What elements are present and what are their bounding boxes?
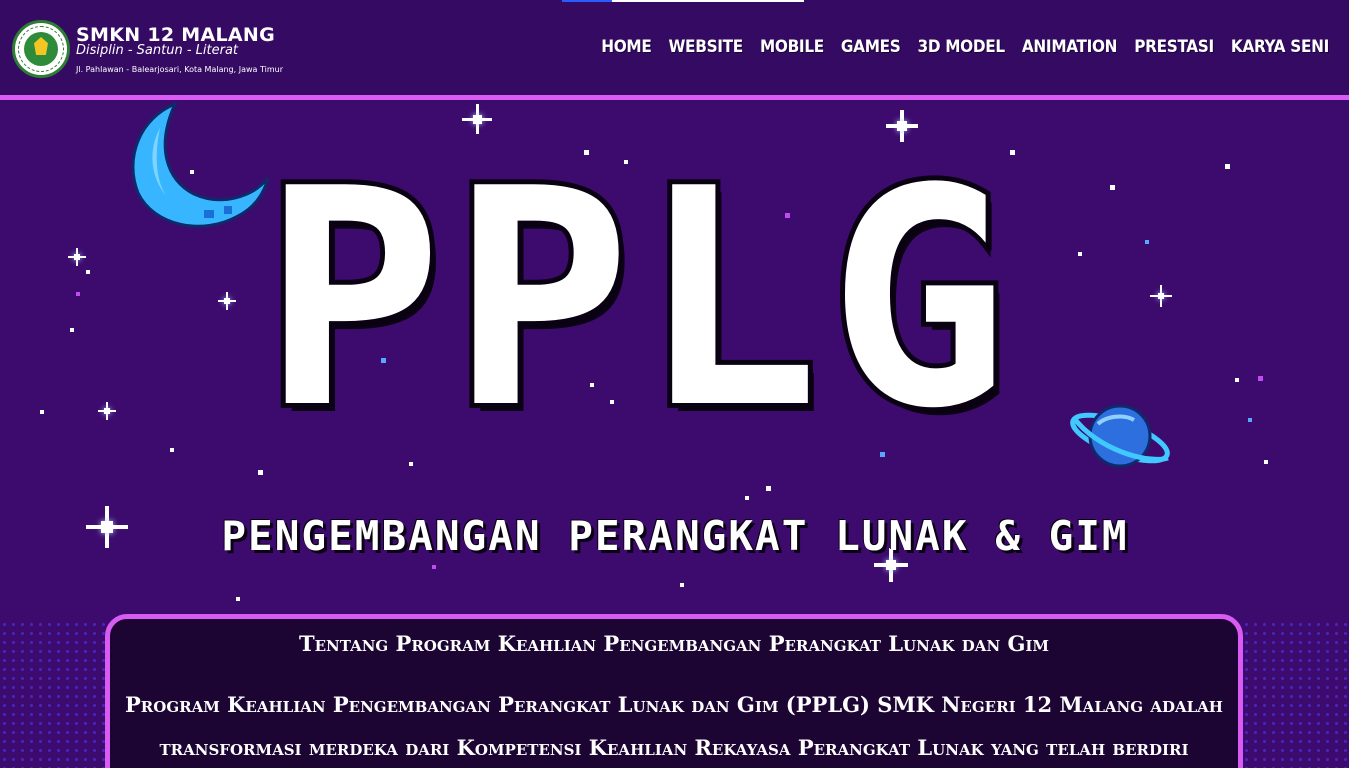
school-motto: Disiplin - Santun - Literat [76,43,239,58]
star [680,583,684,587]
nav-home[interactable]: HOME [601,37,652,57]
nav-karya-seni[interactable]: KARYA SENI [1231,37,1329,57]
star [1235,378,1239,382]
main-nav: HOME WEBSITE MOBILE GAMES 3D MODEL ANIMA… [584,37,1329,57]
star [40,410,44,414]
star [1225,164,1230,169]
star [236,597,240,601]
nav-animation[interactable]: ANIMATION [1022,37,1118,57]
star [76,292,80,296]
star [1264,460,1268,464]
sparkle-star-icon [98,402,116,420]
nav-3d-model[interactable]: 3D MODEL [918,37,1006,57]
site-header: SMKN 12 MALANG Disiplin - Santun - Liter… [0,0,1349,100]
nav-mobile[interactable]: MOBILE [760,37,824,57]
star [766,486,771,491]
sparkle-star-icon [218,292,236,310]
hero-subtitle: PENGEMBANGAN PERANGKAT LUNAK & GIM [221,512,1129,560]
ringed-planet-icon [1070,404,1170,468]
star [86,270,90,274]
page: SMKN 12 MALANG Disiplin - Santun - Liter… [0,0,1349,768]
crescent-moon-icon [131,101,270,228]
star [1145,240,1149,244]
sparkle-star-icon [86,506,128,548]
sparkle-star-icon [1150,285,1172,307]
star [1258,376,1263,381]
star [745,496,749,500]
about-heading: Tentang Program Keahlian Pengembangan Pe… [298,631,1050,656]
school-logo[interactable] [12,20,70,78]
hero-title: PPLG [257,125,1017,474]
about-card: Tentang Program Keahlian Pengembangan Pe… [105,614,1243,768]
nav-games[interactable]: GAMES [841,37,901,57]
star [170,448,174,452]
star [432,565,436,569]
nav-prestasi[interactable]: PRESTASI [1134,37,1214,57]
star [1248,418,1252,422]
star [70,328,74,332]
nav-website[interactable]: WEBSITE [668,37,743,57]
about-body: Program Keahlian Pengembangan Perangkat … [125,692,1223,760]
sparkle-star-icon [68,248,86,266]
star [1110,185,1115,190]
school-address: Jl. Pahlawan - Balearjosari, Kota Malang… [76,65,283,74]
scrollbar-thumb[interactable] [562,0,612,2]
